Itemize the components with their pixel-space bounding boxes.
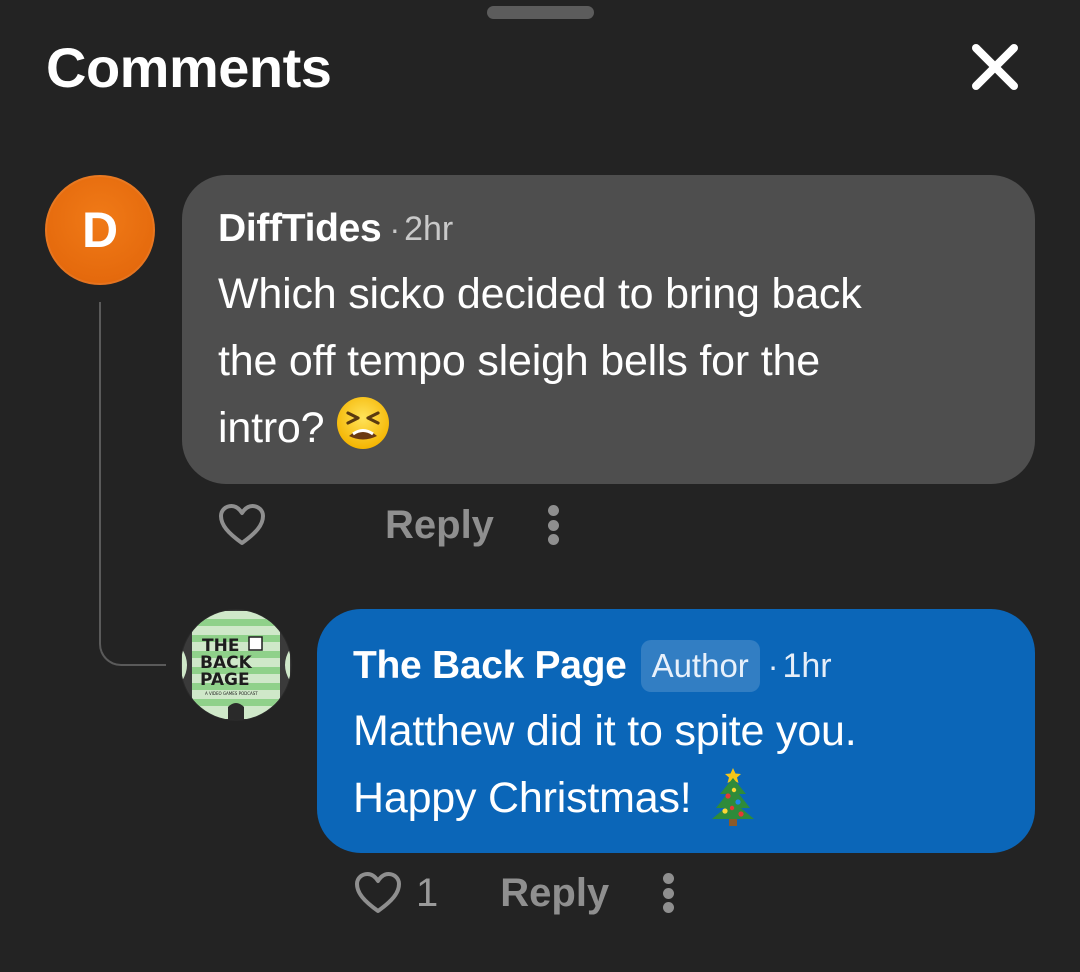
comment-meta: DiffTides · 2hr (218, 205, 999, 253)
tired-face-emoji (336, 396, 390, 470)
sheet-grab-handle[interactable] (487, 6, 594, 19)
comment-author[interactable]: DiffTides (218, 207, 382, 251)
more-vertical-icon[interactable] (663, 873, 675, 913)
meta-separator: · (767, 647, 779, 684)
comment-line-with-emoji: intro? (218, 395, 999, 470)
comment-bubble: DiffTides · 2hr Which sicko decided to b… (182, 175, 1035, 484)
more-vertical-icon[interactable] (547, 505, 560, 545)
christmas-tree-emoji (708, 766, 758, 846)
close-icon (972, 44, 1018, 90)
reply-button[interactable]: Reply (385, 503, 494, 548)
meta-separator: · (389, 210, 401, 247)
close-button[interactable] (966, 38, 1024, 96)
like-button[interactable] (218, 503, 266, 547)
comment-line-with-emoji: Happy Christmas! (353, 765, 999, 846)
thread-connector (99, 302, 166, 666)
like-count: 1 (416, 870, 439, 915)
comment-meta: The Back Page Author · 1hr (353, 640, 999, 692)
comment-timestamp: 1hr (782, 646, 832, 685)
comment-line: Which sicko decided to bring back (218, 270, 862, 318)
like-button[interactable]: 1 (354, 871, 438, 916)
comment-bubble: The Back Page Author · 1hr Matthew did i… (317, 609, 1035, 853)
heart-icon (355, 872, 401, 913)
comment-actions: Reply (218, 495, 560, 555)
avatar[interactable]: D (45, 175, 155, 285)
the-back-page-logo: THE BACK PAGE A VIDEO GAMES PODCAST (181, 610, 291, 720)
heart-icon (219, 504, 265, 545)
logo-tagline: A VIDEO GAMES PODCAST (205, 691, 258, 696)
comment-line: Matthew did it to spite you. (353, 707, 857, 755)
avatar[interactable]: THE BACK PAGE A VIDEO GAMES PODCAST (180, 609, 292, 721)
sheet-title: Comments (46, 36, 332, 99)
avatar-letter: D (81, 202, 119, 258)
reply-button[interactable]: Reply (500, 871, 609, 916)
comment-line: the off tempo sleigh bells for the (218, 337, 820, 385)
comment-body: Matthew did it to spite you. Happy Chris… (353, 698, 999, 846)
comment-line: Happy Christmas! (353, 774, 692, 822)
comment-author[interactable]: The Back Page (353, 644, 627, 688)
author-badge: Author (640, 640, 760, 692)
logo-text: PAGE (200, 670, 250, 690)
comment-line: intro? (218, 404, 325, 452)
comment-timestamp: 2hr (404, 209, 454, 248)
comment-actions: 1 Reply (354, 863, 675, 923)
comment-body: Which sicko decided to bring back the of… (218, 261, 999, 470)
